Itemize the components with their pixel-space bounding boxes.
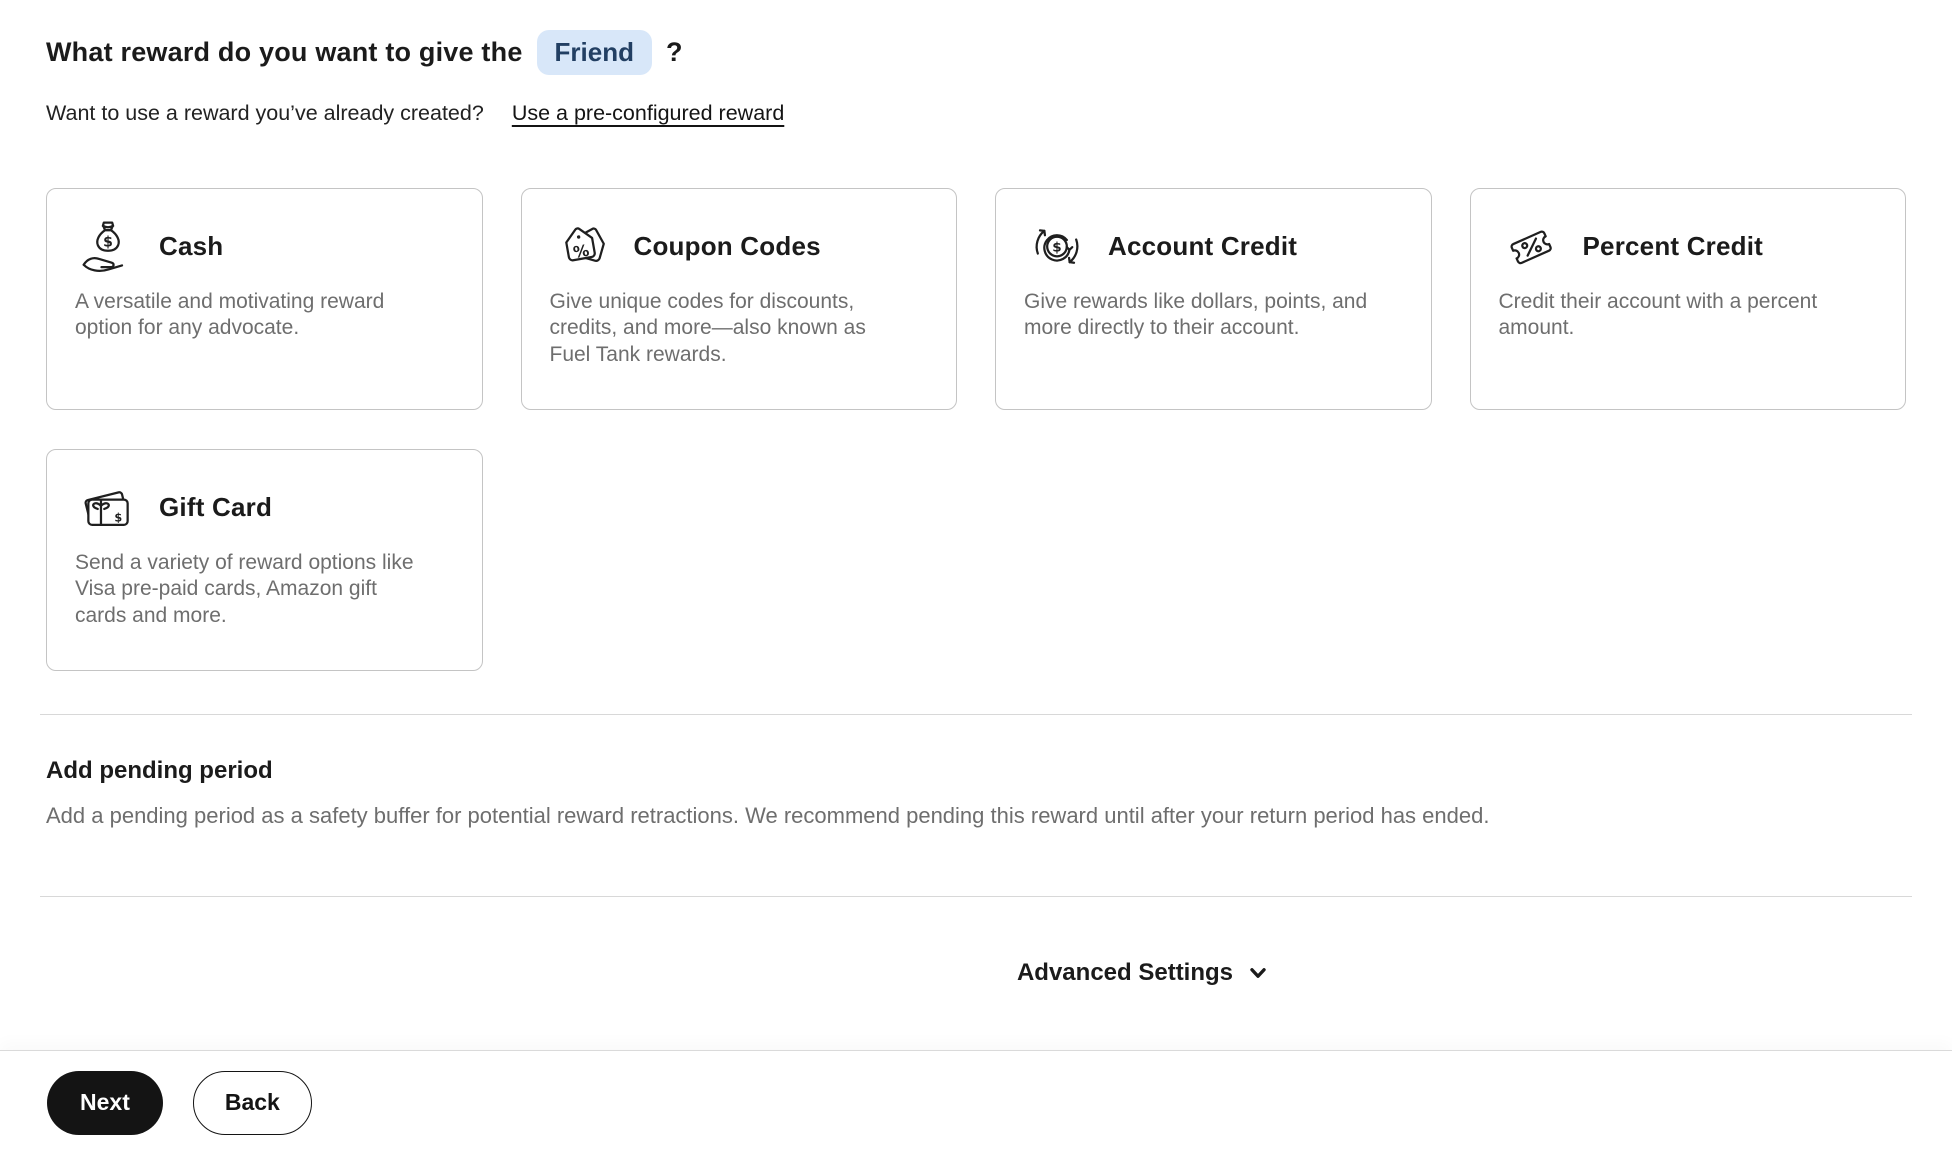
chevron-down-icon (1247, 962, 1269, 984)
svg-text:$: $ (114, 511, 122, 524)
card-head: % Coupon Codes (550, 217, 929, 277)
role-pill: Friend (536, 30, 652, 75)
pending-period-heading: Add pending period (46, 756, 273, 784)
reward-options-grid: $ Cash A versatile and motivating reward… (46, 187, 1906, 671)
section-divider (40, 713, 1912, 715)
advanced-settings-row: Advanced Settings (46, 953, 1906, 993)
card-description: Send a variety of reward options like Vi… (75, 550, 414, 627)
reward-card-cash[interactable]: $ Cash A versatile and motivating reward… (46, 187, 483, 410)
card-head: Percent Credit (1499, 217, 1878, 277)
card-title: Cash (159, 231, 224, 262)
reward-card-account-credit[interactable]: $ Account Credit Give rewards like dolla… (995, 187, 1432, 410)
reward-step-page: What reward do you want to give the Frie… (0, 0, 1952, 1154)
card-description: A versatile and motivating reward option… (75, 289, 385, 340)
card-title: Gift Card (159, 492, 273, 523)
reward-card-gift-card[interactable]: $ Gift Card Send a variety of reward opt… (46, 448, 483, 671)
section-divider (40, 896, 1912, 898)
wizard-footer: Next Back (0, 1050, 1952, 1154)
subtitle-row: Want to use a reward you’ve already crea… (46, 101, 1906, 126)
card-title: Percent Credit (1582, 231, 1764, 262)
percent-ticket-icon (1499, 217, 1565, 277)
card-description: Give unique codes for discounts, credits… (549, 289, 866, 366)
page-title: What reward do you want to give the Frie… (46, 30, 1906, 75)
svg-text:%: % (571, 240, 590, 261)
gift-cards-icon: $ (75, 478, 141, 538)
svg-text:$: $ (1052, 239, 1061, 255)
percent-tags-icon: % (550, 217, 616, 277)
reward-card-coupon-codes[interactable]: % Coupon Codes Give unique codes for dis… (520, 187, 957, 410)
card-description: Give rewards like dollars, points, and m… (1024, 289, 1368, 340)
advanced-settings-label: Advanced Settings (1016, 959, 1234, 987)
card-head: $ Gift Card (75, 478, 454, 538)
reward-card-percent-credit[interactable]: Percent Credit Credit their account with… (1469, 187, 1906, 410)
card-description: Credit their account with a percent amou… (1498, 289, 1818, 340)
svg-text:$: $ (103, 234, 113, 250)
title-prefix: What reward do you want to give the (46, 36, 523, 67)
preconfigured-reward-link[interactable]: Use a pre-configured reward (512, 101, 784, 126)
next-button[interactable]: Next (47, 1070, 163, 1135)
title-question-mark: ? (666, 36, 683, 67)
cash-bag-in-hand-icon: $ (75, 217, 141, 277)
card-title: Coupon Codes (633, 231, 821, 262)
advanced-settings-toggle[interactable]: Advanced Settings (1013, 953, 1273, 993)
card-head: $ Account Credit (1024, 217, 1403, 277)
subtitle-question: Want to use a reward you’ve already crea… (46, 100, 484, 125)
card-title: Account Credit (1108, 231, 1298, 262)
dollar-circular-arrows-icon: $ (1024, 217, 1090, 277)
main-content: What reward do you want to give the Frie… (0, 0, 1952, 993)
card-head: $ Cash (75, 217, 454, 277)
pending-period-description: Add a pending period as a safety buffer … (46, 802, 1490, 828)
back-button[interactable]: Back (192, 1070, 312, 1135)
